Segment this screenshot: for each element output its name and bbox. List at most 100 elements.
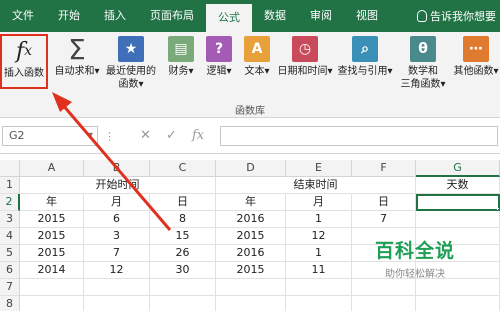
tell-me-box[interactable]: 告诉我你想要 bbox=[417, 8, 500, 24]
date-time-button[interactable]: ◷ 日期和时间▾ bbox=[276, 34, 334, 78]
cell[interactable]: 3 bbox=[84, 228, 150, 245]
cell[interactable] bbox=[216, 279, 286, 296]
more-functions-button[interactable]: ⋯ 其他函数▾ bbox=[452, 34, 500, 78]
column-header[interactable]: B bbox=[84, 160, 150, 177]
tab-data[interactable]: 数据 bbox=[252, 0, 298, 32]
tab-view[interactable]: 视图 bbox=[344, 0, 390, 32]
insert-function-button[interactable]: fx 插入函数 bbox=[0, 34, 48, 89]
cell[interactable] bbox=[216, 296, 286, 311]
end-time-header-cell[interactable]: 结束时间 bbox=[216, 177, 416, 194]
cell[interactable]: 年 bbox=[216, 194, 286, 211]
cell[interactable]: 2015 bbox=[216, 262, 286, 279]
text-button[interactable]: A 文本▾ bbox=[240, 34, 274, 78]
name-box[interactable]: G2 ▼ bbox=[2, 126, 98, 146]
clock-book-icon: ◷ bbox=[292, 36, 318, 62]
cell[interactable]: 8 bbox=[150, 211, 216, 228]
cell[interactable]: 2014 bbox=[20, 262, 84, 279]
cell[interactable]: 30 bbox=[150, 262, 216, 279]
column-header-row: A B C D E F G bbox=[0, 160, 500, 177]
cell[interactable] bbox=[20, 296, 84, 311]
formula-input[interactable] bbox=[220, 126, 498, 146]
cell[interactable]: 年 bbox=[20, 194, 84, 211]
cell[interactable]: 月 bbox=[286, 194, 352, 211]
start-time-header-cell[interactable]: 开始时间 bbox=[20, 177, 216, 194]
cell[interactable]: 2016 bbox=[216, 245, 286, 262]
math-trig-label: 数学和 bbox=[408, 66, 438, 77]
row-number[interactable]: 6 bbox=[0, 262, 20, 279]
sheet-row: 1 开始时间 结束时间 天数 bbox=[0, 177, 500, 194]
cell[interactable]: 2015 bbox=[20, 245, 84, 262]
cell[interactable] bbox=[84, 279, 150, 296]
cell[interactable]: 2015 bbox=[20, 211, 84, 228]
tab-review[interactable]: 审阅 bbox=[298, 0, 344, 32]
cell[interactable]: 1 bbox=[286, 211, 352, 228]
tab-file[interactable]: 文件 bbox=[0, 0, 46, 32]
column-header[interactable]: C bbox=[150, 160, 216, 177]
cell[interactable] bbox=[416, 211, 500, 228]
cell[interactable]: 15 bbox=[150, 228, 216, 245]
cell[interactable]: 7 bbox=[352, 211, 416, 228]
cell[interactable] bbox=[150, 296, 216, 311]
cell[interactable]: 6 bbox=[84, 211, 150, 228]
more-book-icon: ⋯ bbox=[463, 36, 489, 62]
cell[interactable]: 2016 bbox=[216, 211, 286, 228]
column-header[interactable]: A bbox=[20, 160, 84, 177]
cell[interactable]: 11 bbox=[286, 262, 352, 279]
column-header[interactable]: F bbox=[352, 160, 416, 177]
select-all-corner[interactable] bbox=[0, 160, 20, 177]
cell[interactable] bbox=[352, 296, 416, 311]
dropdown-arrow-icon: ▾ bbox=[440, 79, 446, 90]
chevron-down-icon[interactable]: ▼ bbox=[87, 127, 93, 145]
row-number[interactable]: 5 bbox=[0, 245, 20, 262]
cell[interactable] bbox=[416, 296, 500, 311]
cell[interactable]: 月 bbox=[84, 194, 150, 211]
tab-formulas[interactable]: 公式 bbox=[206, 2, 252, 32]
math-trig-button[interactable]: θ 数学和 三角函数▾ bbox=[396, 34, 450, 91]
function-library-group-label: 函数库 bbox=[235, 106, 265, 117]
row-number[interactable]: 7 bbox=[0, 279, 20, 296]
cell[interactable] bbox=[150, 279, 216, 296]
cell[interactable] bbox=[286, 296, 352, 311]
tab-insert[interactable]: 插入 bbox=[92, 0, 138, 32]
autosum-label: 自动求和 bbox=[54, 66, 95, 77]
row-number[interactable]: 1 bbox=[0, 177, 20, 194]
cell[interactable]: 26 bbox=[150, 245, 216, 262]
enter-icon[interactable]: ✓ bbox=[166, 128, 177, 143]
tab-page-layout[interactable]: 页面布局 bbox=[138, 0, 206, 32]
insert-function-fx-icon[interactable]: fx bbox=[192, 128, 204, 143]
row-number[interactable]: 4 bbox=[0, 228, 20, 245]
autosum-button[interactable]: Σ 自动求和▾ bbox=[54, 33, 100, 78]
active-cell-g2[interactable] bbox=[416, 194, 500, 211]
lookup-reference-button[interactable]: ⌕ 查找与引用▾ bbox=[336, 34, 394, 78]
cell[interactable] bbox=[20, 279, 84, 296]
column-header[interactable]: E bbox=[286, 160, 352, 177]
cancel-icon[interactable]: ✕ bbox=[140, 128, 151, 143]
cell[interactable] bbox=[286, 279, 352, 296]
recent-functions-label: 最近使用的 bbox=[106, 66, 156, 77]
cell[interactable] bbox=[352, 279, 416, 296]
recent-functions-label-2: 函数 bbox=[118, 79, 139, 90]
cell[interactable]: 日 bbox=[150, 194, 216, 211]
cell[interactable]: 1 bbox=[286, 245, 352, 262]
recent-functions-button[interactable]: ★ 最近使用的 函数▾ bbox=[102, 34, 160, 91]
cell[interactable]: 2015 bbox=[20, 228, 84, 245]
financial-button[interactable]: ▤ 财务▾ bbox=[164, 34, 198, 78]
cell[interactable]: 12 bbox=[286, 228, 352, 245]
days-header-cell[interactable]: 天数 bbox=[416, 177, 500, 194]
row-number-selected[interactable]: 2 bbox=[0, 194, 20, 211]
row-number[interactable]: 3 bbox=[0, 211, 20, 228]
dropdown-arrow-icon: ▾ bbox=[188, 66, 194, 77]
cell[interactable]: 7 bbox=[84, 245, 150, 262]
cell[interactable] bbox=[416, 279, 500, 296]
column-header-selected[interactable]: G bbox=[416, 160, 500, 177]
cell[interactable]: 日 bbox=[352, 194, 416, 211]
cell[interactable] bbox=[84, 296, 150, 311]
cell[interactable]: 2015 bbox=[216, 228, 286, 245]
cell[interactable]: 12 bbox=[84, 262, 150, 279]
formula-bar-grip-icon: ⋮ bbox=[104, 130, 116, 143]
logical-button[interactable]: ? 逻辑▾ bbox=[202, 34, 236, 78]
dropdown-arrow-icon: ▾ bbox=[94, 66, 100, 77]
column-header[interactable]: D bbox=[216, 160, 286, 177]
row-number[interactable]: 8 bbox=[0, 296, 20, 311]
tab-home[interactable]: 开始 bbox=[46, 0, 92, 32]
